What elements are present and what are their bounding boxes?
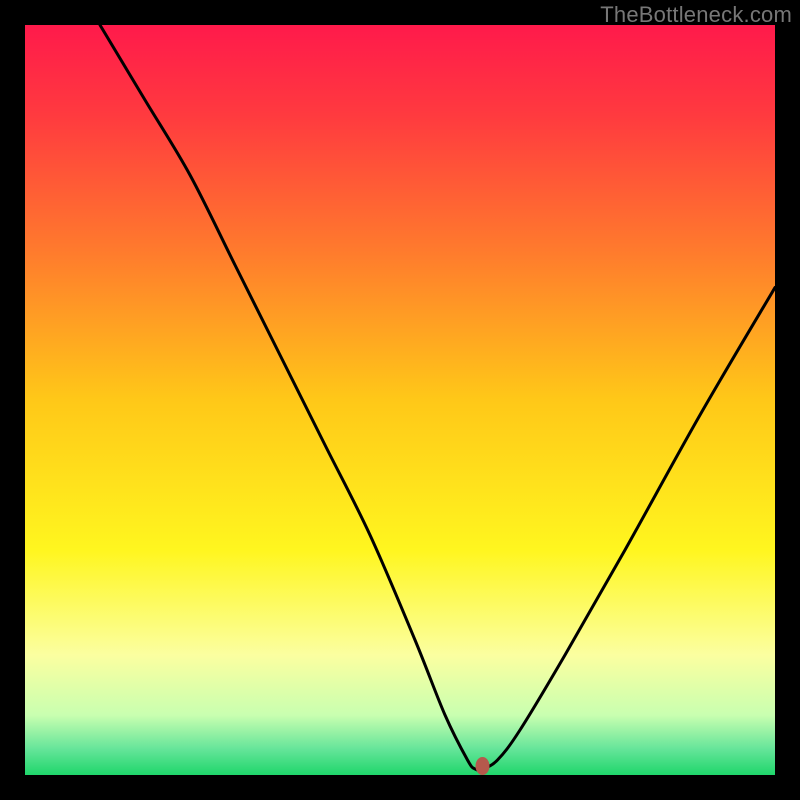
gradient-background — [25, 25, 775, 775]
plot-area — [25, 25, 775, 775]
chart-svg — [25, 25, 775, 775]
optimal-point-marker — [476, 757, 490, 775]
watermark-text: TheBottleneck.com — [600, 2, 792, 28]
chart-container: TheBottleneck.com — [0, 0, 800, 800]
